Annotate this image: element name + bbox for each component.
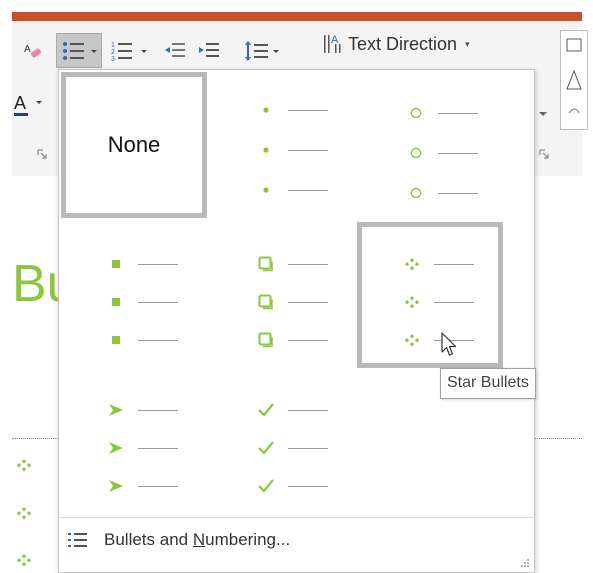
bullet-style-filled-round[interactable] <box>211 72 357 218</box>
hollow-round-bullet-icon <box>410 147 422 159</box>
decrease-indent-button[interactable] <box>162 40 188 62</box>
filled-square-bullet-icon <box>112 260 120 268</box>
filled-square-bullet-icon <box>112 298 120 306</box>
list-item <box>66 292 202 312</box>
bullet-style-hollow-round[interactable] <box>361 72 507 218</box>
list-item <box>66 330 202 350</box>
list-item <box>362 330 498 350</box>
bullet-style-star[interactable] <box>357 222 503 368</box>
filled-square-bullet-icon <box>112 336 120 344</box>
bullets-button[interactable] <box>56 33 102 68</box>
svg-text:A: A <box>14 93 26 113</box>
hollow-square-bullet-icon <box>258 332 273 348</box>
tooltip: Star Bullets <box>440 368 536 399</box>
list-item <box>216 180 352 200</box>
filled-round-bullet-icon <box>263 187 269 193</box>
list-item <box>216 100 352 120</box>
hollow-square-bullet-icon <box>258 256 273 272</box>
star-bullet-icon <box>16 459 32 472</box>
chevron-down-icon[interactable] <box>538 110 548 120</box>
svg-text:A: A <box>24 44 31 55</box>
shape-icons <box>566 38 582 114</box>
bullets-numbering-icon <box>68 533 87 547</box>
star-bullet-icon <box>16 554 32 567</box>
line-spacing-button[interactable] <box>242 38 282 64</box>
filled-round-bullet-icon <box>263 107 269 113</box>
list-item <box>216 400 352 420</box>
hollow-round-bullet-icon <box>410 107 422 119</box>
list-item <box>66 438 202 458</box>
dialog-launcher-icon[interactable] <box>36 148 48 160</box>
checkmark-bullet-icon <box>258 479 274 493</box>
hollow-square-bullet-icon <box>258 294 273 310</box>
decrease-indent-icon <box>165 43 185 57</box>
numbering-button[interactable]: 1 2 3 <box>108 38 150 64</box>
bullet-style-arrow[interactable] <box>61 370 207 516</box>
list-item <box>216 330 352 350</box>
star-bullet-icon <box>404 258 420 271</box>
text-direction-icon: A <box>324 34 341 53</box>
list-item <box>66 476 202 496</box>
svg-text:3: 3 <box>111 56 115 63</box>
checkmark-bullet-icon <box>258 441 274 455</box>
bullet-style-filled-square[interactable] <box>61 222 207 368</box>
eraser-icon: A <box>24 44 42 58</box>
list-item <box>366 103 502 123</box>
hollow-round-bullet-icon <box>410 187 422 199</box>
none-label: None <box>107 132 161 157</box>
filled-round-bullet-icon <box>263 147 269 153</box>
list-item <box>66 400 202 420</box>
shapes-gallery[interactable] <box>560 30 588 130</box>
list-item <box>216 140 352 160</box>
star-bullet-icon <box>404 334 420 347</box>
paragraph-dialog-launcher-icon[interactable] <box>538 148 550 160</box>
arrow-bullet-icon <box>109 480 123 492</box>
increase-indent-button[interactable] <box>196 40 222 62</box>
title-bar-accent <box>12 12 582 21</box>
star-bullet-icon <box>16 507 32 520</box>
list-item <box>362 292 498 312</box>
arrow-bullet-icon <box>109 404 123 416</box>
increase-indent-icon <box>199 43 219 57</box>
line-spacing-icon <box>245 41 279 61</box>
numbered-list-icon: 1 2 3 <box>111 42 147 63</box>
svg-text:2: 2 <box>111 49 115 56</box>
svg-text:1: 1 <box>111 42 115 49</box>
text-direction-label: Text Direction <box>348 33 458 54</box>
menu-separator <box>59 517 534 518</box>
arrow-bullet-icon <box>109 442 123 454</box>
bullet-library-dropdown: None Bullets and Numbering... <box>58 69 535 573</box>
bullet-style-none[interactable]: None <box>61 72 207 218</box>
checkmark-bullet-icon <box>258 403 274 417</box>
font-color-icon: A <box>14 93 42 116</box>
list-item <box>66 254 202 274</box>
chevron-down-icon: ▾ <box>465 38 470 49</box>
list-item <box>366 143 502 163</box>
list-item <box>216 292 352 312</box>
list-item <box>216 476 352 496</box>
clear-formatting-button[interactable]: A <box>24 42 42 60</box>
list-item <box>216 254 352 274</box>
list-item <box>366 183 502 203</box>
resize-grip-icon[interactable] <box>520 558 530 568</box>
font-color-button[interactable]: A <box>12 90 48 120</box>
bullet-style-hollow-square[interactable] <box>211 222 357 368</box>
bullets-and-numbering-label: Bullets and Numbering... <box>104 530 291 549</box>
mouse-cursor-icon <box>441 332 457 356</box>
star-bullet-icon <box>404 296 420 309</box>
list-item <box>216 438 352 458</box>
bullet-list-icon <box>63 41 97 60</box>
bullet-style-checkmark[interactable] <box>211 370 357 516</box>
list-item <box>362 254 498 274</box>
text-direction-button[interactable]: A Text Direction ▾ <box>322 30 470 58</box>
bullets-and-numbering-menu-item[interactable]: Bullets and Numbering... <box>59 526 534 556</box>
